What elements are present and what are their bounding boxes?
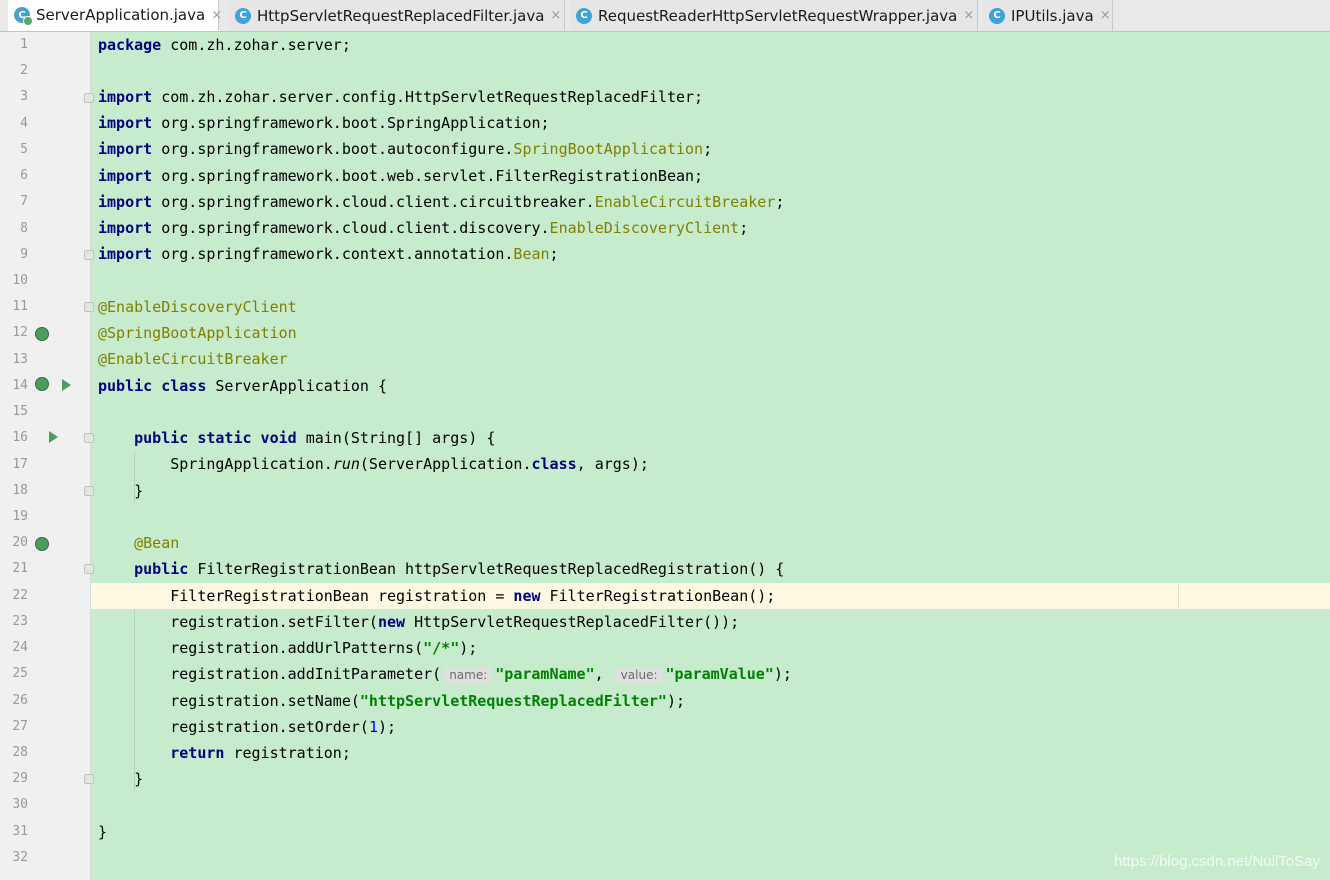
line-number: 31 [12,823,28,839]
code-line-11: @EnableDiscoveryClient [98,298,297,316]
spring-config-icon[interactable] [35,327,49,341]
run-class-icon[interactable] [62,379,71,391]
code-line-6: import org.springframework.boot.web.serv… [98,167,704,185]
line-number: 12 [12,325,28,341]
param-hint-name: name: [444,667,493,683]
tab-request-reader-wrapper[interactable]: C RequestReaderHttpServletRequestWrapper… [570,0,978,31]
spring-bean-method-icon[interactable] [35,537,49,551]
code-line-22-current: FilterRegistrationBean registration = ne… [91,583,1330,609]
line-number: 10 [12,272,28,288]
code-line-14: public class ServerApplication { [98,377,387,395]
editor-tab-bar: C ServerApplication.java × C HttpServlet… [0,0,1330,32]
code-line-27: registration.setOrder(1); [170,718,397,736]
line-number: 8 [20,220,28,236]
class-icon: C [989,7,1005,24]
code-line-1: package com.zh.zohar.server; [98,36,351,54]
code-line-17: SpringApplication.run(ServerApplication.… [170,455,649,473]
code-line-21: public FilterRegistrationBean httpServle… [134,560,785,578]
spring-class-icon: C [14,7,33,26]
close-icon[interactable]: × [211,8,222,23]
code-line-4: import org.springframework.boot.SpringAp… [98,114,550,132]
line-number: 9 [20,246,28,262]
code-line-28: return registration; [170,744,351,762]
code-line-24: registration.addUrlPatterns("/*"); [170,639,478,657]
line-number: 2 [20,63,28,79]
line-number: 11 [12,299,28,315]
watermark: https://blog.csdn.net/NullToSay [1114,853,1320,870]
line-number: 28 [12,744,28,760]
code-line-29: } [134,770,144,788]
tab-ip-utils[interactable]: C IPUtils.java × [983,0,1113,31]
run-main-icon[interactable] [49,431,58,443]
class-icon: C [235,7,251,24]
line-number: 13 [12,351,28,367]
line-number: 14 [12,377,28,393]
line-number: 3 [20,89,28,105]
line-number: 29 [12,771,28,787]
code-line-12: @SpringBootApplication [98,324,297,342]
line-number: 5 [20,141,28,157]
line-number: 21 [12,561,28,577]
tab-server-application[interactable]: C ServerApplication.java × [8,0,222,31]
line-number: 32 [12,849,28,865]
line-number: 17 [12,456,28,472]
close-icon[interactable]: × [550,8,561,23]
tab-label: ServerApplication.java [36,6,206,24]
code-line-20: @Bean [134,534,180,552]
spring-bean-class-icon[interactable] [35,377,49,391]
code-line-31: } [98,823,108,841]
close-icon[interactable]: × [1100,8,1111,23]
code-line-8: import org.springframework.cloud.client.… [98,219,749,237]
line-number: 30 [12,797,28,813]
code-line-16: public static void main(String[] args) { [134,429,496,447]
line-number: 19 [12,508,28,524]
right-margin-guide [1178,583,1179,609]
line-number: 4 [20,115,28,131]
code-line-18: } [134,482,144,500]
line-number: 26 [12,692,28,708]
line-number: 23 [12,613,28,629]
editor-gutter[interactable]: 1 2 3 4 5 6 7 8 9 10 11 12 13 14 15 16 17 18 19 20 21 22 23 24 2… [0,32,94,880]
code-line-7: import org.springframework.cloud.client.… [98,193,785,211]
code-line-13: @EnableCircuitBreaker [98,350,288,368]
code-line-3: import com.zh.zohar.server.config.HttpSe… [98,88,704,106]
class-icon: C [576,7,592,24]
tab-label: IPUtils.java [1011,6,1094,25]
code-editor[interactable]: package com.zh.zohar.server; import com.… [91,32,1330,880]
param-hint-value: value: [615,667,663,683]
line-number: 15 [12,404,28,420]
code-line-26: registration.setName("httpServletRequest… [170,692,686,710]
line-number: 22 [12,587,28,603]
line-number: 24 [12,640,28,656]
code-line-23: registration.setFilter(new HttpServletRe… [170,613,740,631]
line-number: 6 [20,168,28,184]
line-number: 18 [12,482,28,498]
code-line-5: import org.springframework.boot.autoconf… [98,140,713,158]
line-number: 27 [12,718,28,734]
tab-http-servlet-request-replaced-filter[interactable]: C HttpServletRequestReplacedFilter.java … [229,0,565,31]
tab-label: HttpServletRequestReplacedFilter.java [257,6,545,25]
line-number: 1 [20,37,28,52]
line-number: 7 [20,194,28,210]
line-number: 20 [12,535,28,551]
code-line-9: import org.springframework.context.annot… [98,245,559,263]
line-number: 25 [12,666,28,682]
close-icon[interactable]: × [963,8,974,23]
line-number: 16 [12,430,28,446]
code-line-25: registration.addInitParameter(name: "para… [170,665,792,683]
tab-label: RequestReaderHttpServletRequestWrapper.j… [598,6,958,25]
